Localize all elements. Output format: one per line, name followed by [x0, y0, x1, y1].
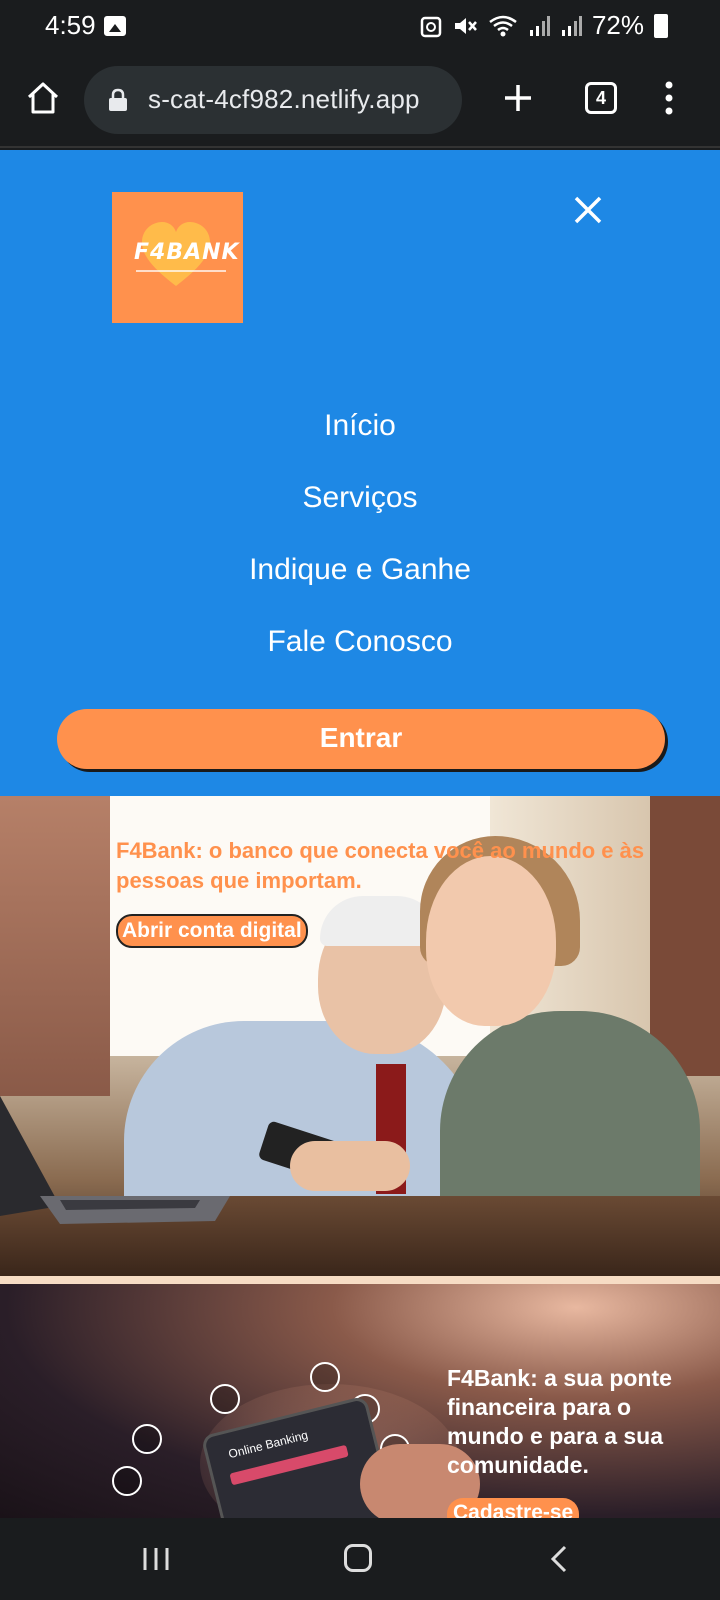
mute-icon — [454, 17, 477, 34]
logo-tagline-line — [136, 270, 226, 272]
hero-one-headline: F4Bank: o banco que conecta você ao mund… — [116, 838, 645, 893]
signal-icon-2 — [561, 15, 582, 36]
recents-icon[interactable] — [141, 1545, 171, 1573]
data-saver-icon — [420, 16, 442, 37]
nav-item-inicio[interactable]: Início — [0, 390, 720, 462]
hero-photo-hands — [290, 1141, 410, 1191]
enter-button[interactable]: Entrar — [57, 709, 665, 769]
system-nav-bar — [0, 1518, 720, 1600]
nav-item-servicos[interactable]: Serviços — [0, 462, 720, 534]
bank-icon — [210, 1384, 240, 1414]
wifi-icon — [489, 15, 517, 36]
chart-icon — [310, 1362, 340, 1392]
close-icon[interactable] — [573, 195, 603, 225]
dollar-icon — [112, 1466, 142, 1496]
new-tab-icon[interactable] — [502, 82, 534, 114]
logo-text: F4BANK — [134, 240, 240, 265]
back-icon[interactable] — [550, 1544, 568, 1574]
battery-percent: 72% — [591, 10, 644, 40]
logo[interactable]: F4BANK — [112, 192, 243, 323]
battery-icon — [654, 13, 668, 38]
open-account-button[interactable]: Abrir conta digital — [116, 914, 308, 948]
user-icon — [132, 1424, 162, 1454]
hero-photo-background — [0, 796, 110, 1096]
hero-photo-wall — [650, 796, 720, 1076]
section-divider — [0, 1276, 720, 1284]
sign-up-button[interactable]: Cadastre-se — [447, 1498, 580, 1518]
home-nav-icon[interactable] — [344, 1544, 372, 1572]
address-bar[interactable]: s-cat-4cf982.netlify.app — [84, 66, 462, 134]
tab-switcher-button[interactable]: 4 — [585, 82, 617, 114]
signal-icon — [529, 15, 550, 36]
hero-banner-two: Online Banking F4Bank: a sua ponte finan… — [0, 1284, 720, 1518]
hero-two-headline: F4Bank: a sua ponte financeira para o mu… — [447, 1365, 672, 1478]
status-icons: 72% — [420, 10, 668, 41]
hero-banner-one: F4Bank: o banco que conecta você ao mund… — [0, 796, 720, 1276]
browser-toolbar: s-cat-4cf982.netlify.app 4 — [0, 52, 720, 148]
status-bar: 4:59 72% — [0, 0, 720, 52]
nav-item-indique-e-ganhe[interactable]: Indique e Ganhe — [0, 534, 720, 606]
home-icon[interactable] — [25, 80, 61, 116]
nav-list: Início Serviços Indique e Ganhe Fale Con… — [0, 390, 720, 678]
hero-photo-laptop — [0, 1096, 230, 1224]
url-text: s-cat-4cf982.netlify.app — [148, 84, 420, 114]
more-options-icon[interactable] — [664, 80, 674, 116]
lock-icon — [109, 88, 127, 111]
mobile-menu: F4BANK Início Serviços Indique e Ganhe F… — [0, 150, 720, 796]
status-time: 4:59 — [45, 10, 96, 40]
nav-item-fale-conosco[interactable]: Fale Conosco — [0, 606, 720, 678]
photo-icon — [104, 16, 126, 36]
